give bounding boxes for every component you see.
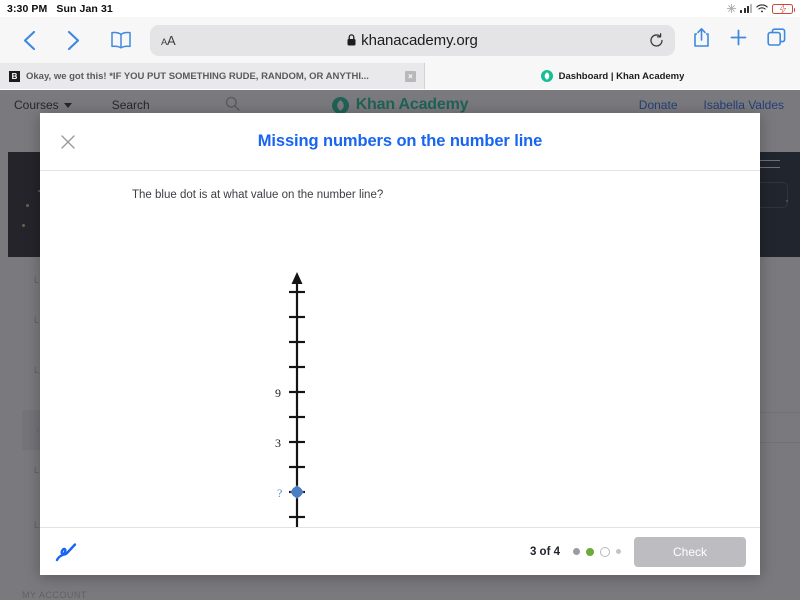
- status-icons: [727, 3, 795, 14]
- share-button[interactable]: [693, 27, 710, 53]
- tab-title: Okay, we got this! *IF YOU PUT SOMETHING…: [26, 70, 369, 82]
- plus-icon: [730, 29, 747, 46]
- bookmarks-button[interactable]: [106, 25, 136, 55]
- lock-icon: [347, 34, 356, 46]
- blackboard-icon: B: [9, 70, 20, 82]
- wifi-icon: [756, 4, 768, 13]
- progress-dot-2: [586, 547, 594, 556]
- show-tabs-button[interactable]: [767, 28, 786, 52]
- tick-label-3: 3: [275, 436, 281, 450]
- scribble-pen-button[interactable]: [54, 541, 78, 563]
- footer-right: 3 of 4 Check: [529, 536, 746, 567]
- khan-academy-leaf-icon: [540, 70, 553, 82]
- screen: 3:30 PM Sun Jan 31 AA khanacademy.org B …: [0, 0, 800, 600]
- progress-dot-3: [600, 546, 610, 557]
- charging-bolt-icon: [779, 4, 786, 13]
- question-prompt: The blue dot is at what value on the num…: [132, 189, 384, 201]
- chevron-right-icon: [67, 30, 79, 50]
- progress-dots: [573, 546, 621, 557]
- number-line-figure: 9 3 ?: [230, 271, 370, 527]
- ios-status-bar: 3:30 PM Sun Jan 31: [0, 0, 800, 17]
- close-icon: [61, 134, 75, 149]
- browser-tab-inactive[interactable]: B Okay, we got this! *IF YOU PUT SOMETHI…: [0, 63, 425, 89]
- tick-label-9: 9: [275, 386, 281, 400]
- progress-dot-1: [573, 548, 580, 555]
- tab-title: Dashboard | Khan Academy: [558, 70, 685, 82]
- modal-title: Missing numbers on the number line: [257, 132, 543, 150]
- chevron-left-icon: [23, 30, 35, 50]
- browser-tab-active[interactable]: Dashboard | Khan Academy: [425, 63, 800, 89]
- sync-icon: [727, 4, 737, 13]
- reload-icon: [650, 32, 663, 47]
- back-button[interactable]: [14, 25, 44, 55]
- cellular-signal-icon: [740, 4, 752, 13]
- share-icon: [694, 27, 709, 47]
- progress-dot-4: [616, 549, 621, 554]
- status-time: 3:30 PM: [7, 2, 48, 15]
- address-bar[interactable]: AAAA khanacademy.org: [150, 24, 675, 56]
- tab-strip: B Okay, we got this! *IF YOU PUT SOMETHI…: [0, 63, 800, 89]
- url-display: khanacademy.org: [150, 32, 675, 49]
- book-icon: [111, 31, 131, 49]
- modal-body: The blue dot is at what value on the num…: [40, 171, 760, 527]
- exercise-modal: Missing numbers on the number line The b…: [40, 113, 760, 575]
- tabs-icon: [767, 28, 786, 46]
- number-line-svg: [289, 272, 305, 527]
- close-tab-button[interactable]: ×: [405, 70, 416, 82]
- toolbar-actions: [693, 27, 786, 53]
- new-tab-button[interactable]: [730, 29, 747, 51]
- status-date: Sun Jan 31: [56, 2, 113, 15]
- modal-header: Missing numbers on the number line: [40, 113, 760, 171]
- modal-footer: 3 of 4 Check: [40, 527, 760, 575]
- text-size-button[interactable]: AAAA: [161, 33, 176, 48]
- scribble-pen-icon: [55, 542, 77, 561]
- check-button[interactable]: Check: [634, 536, 746, 567]
- progress-counter: 3 of 4: [529, 545, 560, 558]
- safari-toolbar: AAAA khanacademy.org: [0, 17, 800, 63]
- close-button[interactable]: [57, 131, 79, 153]
- tick-label-unknown: ?: [277, 486, 283, 500]
- url-text: khanacademy.org: [361, 31, 478, 49]
- battery-charging-icon: [772, 3, 795, 14]
- forward-button[interactable]: [58, 25, 88, 55]
- reload-button[interactable]: [649, 32, 664, 48]
